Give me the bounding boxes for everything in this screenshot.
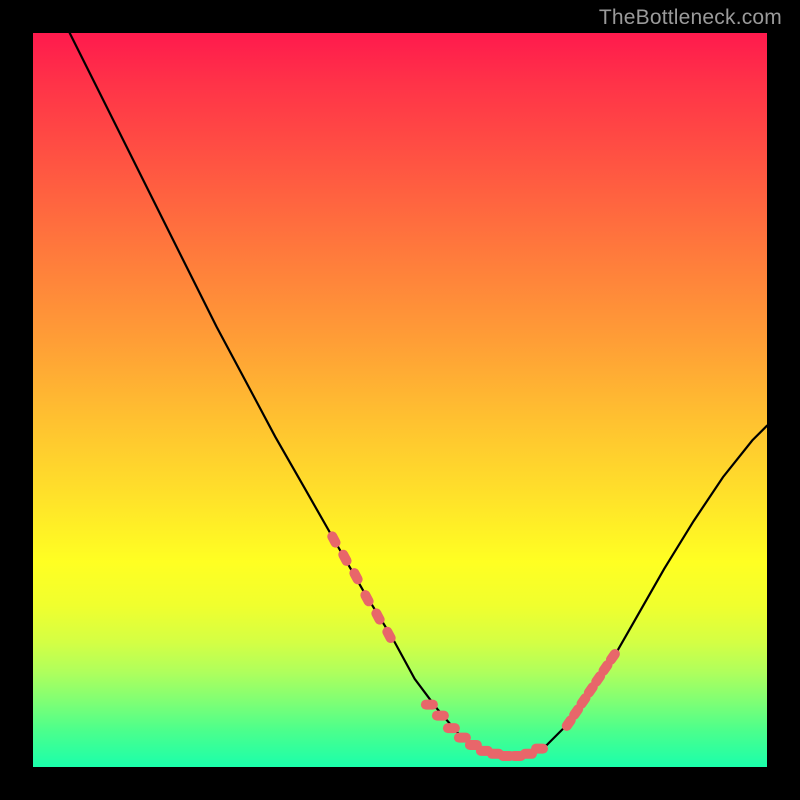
marker-dash xyxy=(325,530,342,550)
marker-dash xyxy=(531,744,548,754)
bottleneck-curve xyxy=(70,33,767,756)
chart-frame: TheBottleneck.com xyxy=(0,0,800,800)
red-markers xyxy=(325,530,621,761)
marker-dash xyxy=(432,711,449,721)
marker-dash xyxy=(443,723,460,733)
marker-dash xyxy=(421,700,438,710)
watermark-text: TheBottleneck.com xyxy=(599,6,782,30)
marker-dash xyxy=(336,548,353,568)
curve-layer xyxy=(33,33,767,767)
plot-area xyxy=(33,33,767,767)
